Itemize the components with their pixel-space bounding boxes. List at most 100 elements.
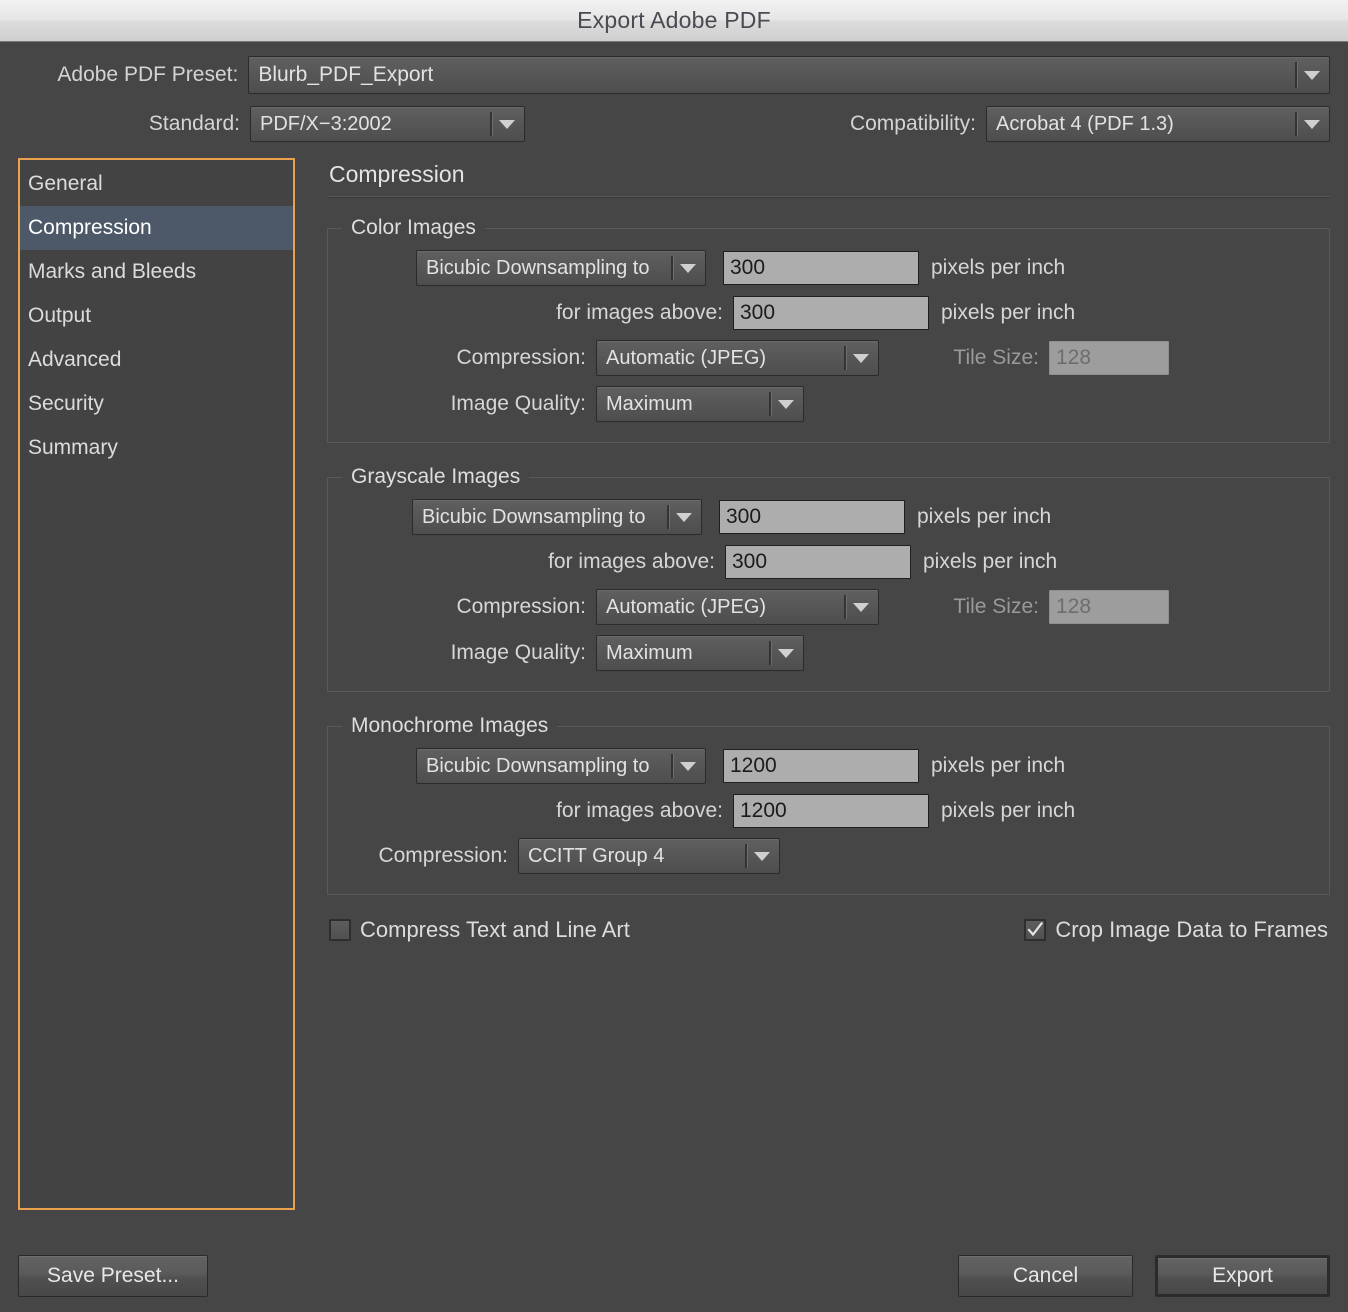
grayscale-threshold-input[interactable] (725, 545, 911, 579)
dialog-titlebar: Export Adobe PDF (0, 0, 1348, 42)
monochrome-compression-row: Compression: CCITT Group 4 (328, 838, 1329, 874)
monochrome-resample-ppi-unit: pixels per inch (931, 754, 1066, 777)
dialog-body: General Compression Marks and Bleeds Out… (0, 146, 1348, 1210)
sidebar-item-output[interactable]: Output (20, 294, 293, 338)
color-quality-row: Image Quality: Maximum (328, 386, 1329, 422)
compress-text-and-line-art-checkbox[interactable] (329, 919, 351, 941)
compress-text-and-line-art-label[interactable]: Compress Text and Line Art (360, 917, 630, 943)
chevron-down-icon[interactable] (844, 590, 878, 624)
color-images-legend: Color Images (351, 216, 476, 239)
sidebar-item-general[interactable]: General (20, 162, 293, 206)
crop-image-data-to-frames-label[interactable]: Crop Image Data to Frames (1055, 917, 1328, 943)
color-compression-value: Automatic (JPEG) (606, 346, 767, 369)
color-images-group: Color Images Bicubic Downsampling to pix… (327, 216, 1330, 443)
monochrome-threshold-unit: pixels per inch (941, 799, 1076, 822)
color-compression-row: Compression: Automatic (JPEG) Tile Size: (328, 340, 1329, 376)
color-resample-ppi-input[interactable] (723, 251, 919, 285)
color-threshold-unit: pixels per inch (941, 301, 1076, 324)
grayscale-quality-row: Image Quality: Maximum (328, 635, 1329, 671)
grayscale-resample-ppi-input[interactable] (719, 500, 905, 534)
sidebar-item-label: Advanced (28, 348, 122, 371)
compatibility-dropdown[interactable]: Acrobat 4 (PDF 1.3) (986, 106, 1330, 142)
chevron-down-icon[interactable] (1295, 57, 1329, 93)
sidebar-item-advanced[interactable]: Advanced (20, 338, 293, 382)
sidebar-item-compression[interactable]: Compression (20, 206, 293, 250)
grayscale-images-legend: Grayscale Images (351, 465, 521, 488)
adobe-pdf-preset-value: Blurb_PDF_Export (258, 63, 434, 86)
chevron-down-icon[interactable] (490, 107, 524, 141)
grayscale-image-quality-dropdown[interactable]: Maximum (596, 635, 804, 671)
color-resample-row: Bicubic Downsampling to pixels per inch (328, 250, 1329, 286)
standard-label: Standard: (148, 112, 240, 135)
compatibility-value: Acrobat 4 (PDF 1.3) (996, 112, 1174, 135)
monochrome-compression-dropdown[interactable]: CCITT Group 4 (518, 838, 780, 874)
chevron-down-icon[interactable] (769, 636, 803, 670)
sidebar-item-security[interactable]: Security (20, 382, 293, 426)
sidebar-item-label: General (28, 172, 103, 195)
chevron-down-icon[interactable] (671, 251, 705, 285)
color-threshold-row: for images above: pixels per inch (328, 296, 1329, 330)
sidebar-item-label: Marks and Bleeds (28, 260, 197, 283)
preset-row: Adobe PDF Preset: Blurb_PDF_Export (18, 56, 1330, 94)
grayscale-resample-dropdown[interactable]: Bicubic Downsampling to (412, 499, 702, 535)
color-resample-dropdown[interactable]: Bicubic Downsampling to (416, 250, 706, 286)
export-button[interactable]: Export (1155, 1255, 1330, 1297)
grayscale-threshold-row: for images above: pixels per inch (328, 545, 1329, 579)
grayscale-images-group: Grayscale Images Bicubic Downsampling to… (327, 465, 1330, 692)
grayscale-compression-label: Compression: (456, 595, 586, 618)
grayscale-for-images-above-label: for images above: (548, 550, 715, 573)
monochrome-compression-value: CCITT Group 4 (528, 844, 665, 867)
settings-sidebar: General Compression Marks and Bleeds Out… (18, 158, 295, 1210)
sidebar-item-summary[interactable]: Summary (20, 426, 293, 470)
color-image-quality-label: Image Quality: (450, 392, 586, 415)
standard-dropdown[interactable]: PDF/X−3:2002 (250, 106, 525, 142)
color-resample-ppi-unit: pixels per inch (931, 256, 1066, 279)
standard-value: PDF/X−3:2002 (260, 112, 392, 135)
grayscale-compression-row: Compression: Automatic (JPEG) Tile Size: (328, 589, 1329, 625)
dialog-title: Export Adobe PDF (577, 7, 771, 33)
monochrome-images-group: Monochrome Images Bicubic Downsampling t… (327, 714, 1330, 895)
chevron-down-icon[interactable] (1295, 107, 1329, 141)
chevron-down-icon[interactable] (769, 387, 803, 421)
dialog-header: Adobe PDF Preset: Blurb_PDF_Export Stand… (0, 42, 1348, 146)
check-icon (1027, 921, 1044, 937)
color-compression-label: Compression: (456, 346, 586, 369)
sidebar-item-label: Compression (28, 216, 152, 239)
chevron-down-icon[interactable] (667, 500, 701, 534)
monochrome-resample-value: Bicubic Downsampling to (426, 754, 650, 777)
crop-image-data-to-frames-checkbox[interactable] (1024, 919, 1047, 941)
monochrome-threshold-row: for images above: pixels per inch (328, 794, 1329, 828)
grayscale-image-quality-value: Maximum (606, 641, 693, 664)
cancel-button[interactable]: Cancel (958, 1255, 1133, 1297)
save-preset-label: Save Preset... (47, 1264, 179, 1287)
panel-divider (327, 196, 1330, 198)
color-image-quality-value: Maximum (606, 392, 693, 415)
grayscale-tile-size-input (1049, 590, 1169, 624)
monochrome-threshold-input[interactable] (733, 794, 929, 828)
color-image-quality-dropdown[interactable]: Maximum (596, 386, 804, 422)
chevron-down-icon[interactable] (671, 749, 705, 783)
standard-compatibility-row: Standard: PDF/X−3:2002 Compatibility: Ac… (18, 106, 1330, 142)
save-preset-button[interactable]: Save Preset... (18, 1255, 208, 1297)
sidebar-item-label: Security (28, 392, 104, 415)
color-threshold-input[interactable] (733, 296, 929, 330)
grayscale-tile-size-label: Tile Size: (953, 595, 1039, 618)
monochrome-compression-label: Compression: (378, 844, 508, 867)
chevron-down-icon[interactable] (745, 839, 779, 873)
monochrome-resample-dropdown[interactable]: Bicubic Downsampling to (416, 748, 706, 784)
grayscale-compression-value: Automatic (JPEG) (606, 595, 767, 618)
chevron-down-icon[interactable] (844, 341, 878, 375)
sidebar-item-label: Output (28, 304, 92, 327)
grayscale-resample-value: Bicubic Downsampling to (422, 505, 646, 528)
sidebar-item-marks-and-bleeds[interactable]: Marks and Bleeds (20, 250, 293, 294)
monochrome-resample-ppi-input[interactable] (723, 749, 919, 783)
grayscale-resample-row: Bicubic Downsampling to pixels per inch (328, 499, 1329, 535)
color-resample-value: Bicubic Downsampling to (426, 256, 650, 279)
grayscale-threshold-unit: pixels per inch (923, 550, 1058, 573)
grayscale-compression-dropdown[interactable]: Automatic (JPEG) (596, 589, 879, 625)
cancel-label: Cancel (1012, 1264, 1079, 1287)
color-tile-size-input (1049, 341, 1169, 375)
adobe-pdf-preset-dropdown[interactable]: Blurb_PDF_Export (248, 56, 1330, 94)
color-compression-dropdown[interactable]: Automatic (JPEG) (596, 340, 879, 376)
page-title: Compression (329, 161, 465, 187)
